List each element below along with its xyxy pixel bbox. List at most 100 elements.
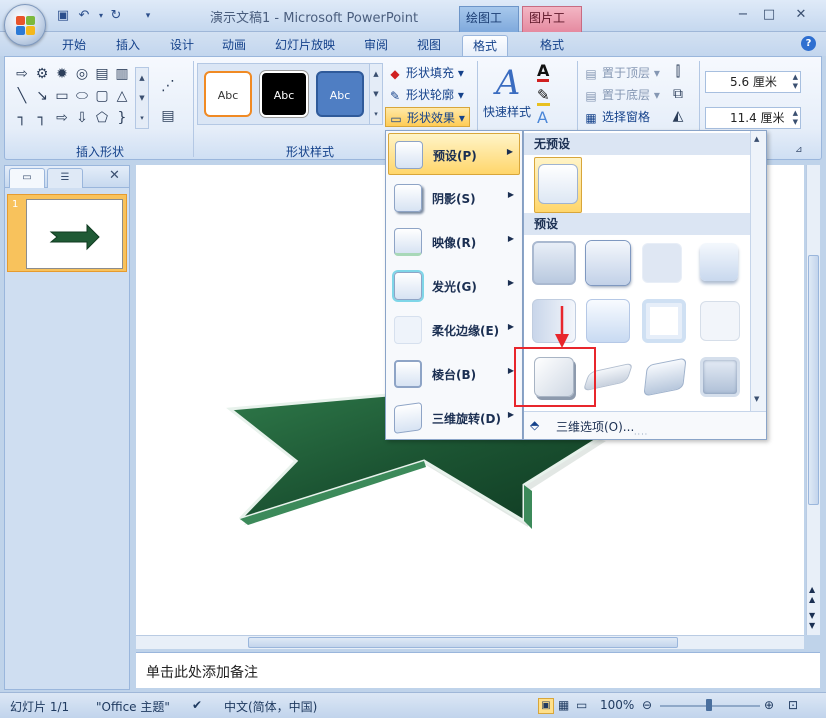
next-slide-icon[interactable]: ▼ ▼: [809, 611, 815, 631]
close-pane-icon[interactable]: ✕: [109, 168, 120, 183]
wordart-a-icon[interactable]: A: [485, 63, 531, 103]
preset-8[interactable]: [700, 301, 740, 341]
vertical-scrollbar[interactable]: ▲ ▲ ▼ ▼: [806, 165, 820, 635]
language[interactable]: 中文(简体，中国): [224, 698, 317, 715]
tab-home[interactable]: 开始: [52, 35, 96, 56]
tab-animation[interactable]: 动画: [212, 35, 256, 56]
send-to-back-button[interactable]: ▤ 置于底层 ▾: [583, 85, 660, 105]
text-box-icon[interactable]: ▤: [159, 107, 177, 125]
shape-rectangle-icon[interactable]: ▭: [53, 87, 71, 105]
text-outline-icon[interactable]: ✎: [537, 87, 550, 106]
shape-down-arrow-icon[interactable]: ⇩: [73, 109, 91, 127]
normal-view-icon[interactable]: ▣: [538, 698, 554, 714]
shape-textbox-icon[interactable]: ▤: [93, 65, 111, 83]
style-swatch-black[interactable]: Abc: [260, 71, 308, 117]
resize-grip-icon[interactable]: ····: [634, 430, 648, 439]
width-spinner-icon[interactable]: ▲ ▼: [793, 109, 798, 127]
menu-item-bevel[interactable]: 棱台(B) ▶: [388, 353, 520, 395]
style-swatch-blue[interactable]: Abc: [316, 71, 364, 117]
shape-gear-icon[interactable]: ⚙: [33, 65, 51, 83]
undo-icon[interactable]: ↶: [76, 8, 92, 24]
shape-elbow-icon[interactable]: ┐: [13, 109, 31, 127]
tab-review[interactable]: 审阅: [354, 35, 398, 56]
group-icon[interactable]: ⧉: [669, 85, 687, 103]
notes-pane[interactable]: 单击此处添加备注: [136, 652, 820, 688]
tab-slideshow[interactable]: 幻灯片放映: [265, 35, 345, 56]
shape-brace-icon[interactable]: }: [113, 109, 131, 127]
preset-4[interactable]: [700, 243, 738, 281]
preset-1[interactable]: [532, 241, 576, 285]
menu-item-shadow[interactable]: 阴影(S) ▶: [388, 177, 520, 219]
vertical-scroll-thumb[interactable]: [808, 255, 819, 505]
customize-qat-icon[interactable]: ▾: [140, 8, 156, 24]
align-icon[interactable]: ⫿: [669, 63, 687, 81]
tab-view[interactable]: 视图: [407, 35, 451, 56]
preset-6[interactable]: [586, 299, 630, 343]
horizontal-scrollbar[interactable]: [136, 635, 804, 649]
preset-none[interactable]: [534, 157, 582, 213]
shape-fill-button[interactable]: ◆ 形状填充 ▾: [387, 63, 463, 83]
width-input[interactable]: 11.4 厘米 ▲ ▼: [705, 107, 801, 129]
shape-block-arrow-icon[interactable]: ⇨: [53, 109, 71, 127]
horizontal-scroll-thumb[interactable]: [248, 637, 678, 648]
slide-thumbnail-item[interactable]: 1: [7, 194, 127, 272]
help-icon[interactable]: ?: [801, 36, 816, 51]
shape-triangle-icon[interactable]: △: [113, 87, 131, 105]
zoom-slider-handle[interactable]: [706, 699, 712, 711]
shape-circle-icon[interactable]: ◎: [73, 65, 91, 83]
size-dialog-launcher-icon[interactable]: ⊿: [795, 145, 803, 155]
height-input[interactable]: 5.6 厘米 ▲ ▼: [705, 71, 801, 93]
shape-elbow-arrow-icon[interactable]: ┐: [33, 109, 51, 127]
office-button[interactable]: [4, 4, 46, 46]
tab-format-drawing[interactable]: 格式: [462, 35, 509, 56]
menu-item-3d-rotation[interactable]: 三维旋转(D) ▶: [388, 397, 520, 439]
gallery-scroll-down-icon[interactable]: ▼: [754, 395, 759, 403]
preset-7[interactable]: [642, 299, 686, 343]
menu-item-preset[interactable]: 预设(P) ▶: [388, 133, 520, 175]
selection-pane-button[interactable]: ▦ 选择窗格: [583, 107, 650, 127]
gallery-scrollbar[interactable]: ▲ ▼: [750, 131, 766, 411]
shape-rounded-rect-icon[interactable]: ▢: [93, 87, 111, 105]
undo-dropdown-icon[interactable]: ▾: [93, 8, 109, 24]
text-fill-icon[interactable]: A: [537, 63, 550, 82]
slide-sorter-icon[interactable]: ▦: [558, 698, 569, 712]
spell-check-icon[interactable]: ✔: [192, 698, 202, 712]
minimize-button[interactable]: −: [730, 6, 756, 24]
preset-11[interactable]: [643, 357, 687, 397]
slideshow-view-icon[interactable]: ▭: [576, 698, 587, 712]
gallery-scroll-up-icon[interactable]: ▲: [754, 135, 759, 143]
edit-shape-icon[interactable]: ⋰: [159, 77, 177, 95]
text-effects-icon[interactable]: A: [537, 109, 548, 127]
preset-12[interactable]: [700, 357, 740, 397]
menu-item-glow[interactable]: 发光(G) ▶: [388, 265, 520, 307]
tab-insert[interactable]: 插入: [106, 35, 150, 56]
shape-star-icon[interactable]: ✹: [53, 65, 71, 83]
style-gallery-scroll[interactable]: ▲ ▼ ▾: [369, 63, 383, 125]
shape-arrow-right-icon[interactable]: ⇨: [13, 65, 31, 83]
bring-to-front-button[interactable]: ▤ 置于顶层 ▾: [583, 63, 660, 83]
3d-options-link[interactable]: 三维选项(O)...: [556, 418, 634, 435]
tab-design[interactable]: 设计: [160, 35, 204, 56]
shape-effects-button[interactable]: ▭ 形状效果 ▾: [385, 107, 470, 127]
tab-slides-icon[interactable]: ▭: [9, 168, 45, 188]
preset-3[interactable]: [642, 243, 682, 283]
shape-arrow-line-icon[interactable]: ↘: [33, 87, 51, 105]
tab-outline-icon[interactable]: ☰: [47, 168, 83, 188]
style-swatch-orange-outline[interactable]: Abc: [204, 71, 252, 117]
save-icon[interactable]: ▣: [55, 8, 71, 24]
shape-line-icon[interactable]: ╲: [13, 87, 31, 105]
quick-styles-button[interactable]: 快速样式: [483, 103, 531, 120]
prev-slide-icon[interactable]: ▲ ▲: [809, 585, 815, 605]
shape-vtextbox-icon[interactable]: ▥: [113, 65, 131, 83]
shape-outline-button[interactable]: ✎ 形状轮廓 ▾: [387, 85, 464, 105]
zoom-level[interactable]: 100%: [600, 698, 634, 712]
zoom-out-icon[interactable]: ⊖: [642, 698, 652, 712]
fit-window-icon[interactable]: ⊡: [788, 698, 798, 712]
close-button[interactable]: ✕: [788, 6, 814, 24]
shape-gallery-scroll[interactable]: ▲ ▼ ▾: [135, 67, 149, 129]
menu-item-reflection[interactable]: 映像(R) ▶: [388, 221, 520, 263]
tab-format-picture[interactable]: 格式: [530, 35, 574, 56]
redo-icon[interactable]: ↻: [108, 8, 124, 24]
shape-oval-icon[interactable]: ⬭: [73, 87, 91, 105]
menu-item-soft-edges[interactable]: 柔化边缘(E) ▶: [388, 309, 520, 351]
